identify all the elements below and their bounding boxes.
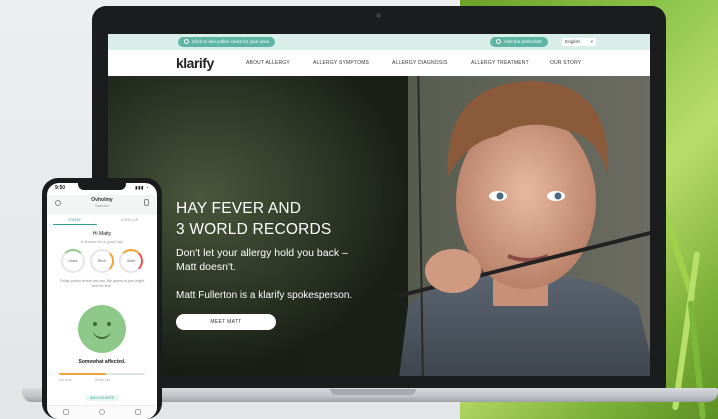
phone-status-icons: ▮▮▮ ◔ [135, 185, 149, 190]
slider-high-label: Really bad [95, 378, 111, 382]
language-select[interactable]: English ▾ [562, 38, 596, 46]
phone-notch [78, 183, 126, 190]
prescriber-link[interactable]: Visit the prescriber [490, 37, 548, 47]
hero-title-line2: 3 WORLD RECORDS [176, 221, 332, 238]
logo[interactable]: klarify [176, 55, 214, 71]
pollen-ring-grass[interactable]: Grass [61, 249, 85, 273]
pollen-count-link[interactable]: Click to see pollen count for your area [178, 37, 276, 47]
pollen-ring-birch[interactable]: Birch [90, 249, 114, 273]
hero-banner: HAY FEVER AND 3 WORLD RECORDS Don't let … [108, 76, 650, 376]
symptom-slider-fill [59, 373, 107, 375]
tab-indicator [53, 224, 97, 225]
archer-photo [398, 76, 650, 376]
meet-matt-button[interactable]: MEET MATT [176, 314, 276, 330]
greeting: Hi Matty [92, 231, 112, 237]
prescriber-label: Visit the prescriber [504, 39, 542, 44]
laptop-notch [330, 389, 416, 395]
tab-look-up[interactable]: LOOK UP [102, 217, 157, 222]
hero-spokesperson: Matt Fullerton is a klarify spokesperson… [176, 290, 353, 301]
language-value: English [565, 39, 581, 44]
phone-screen: 9:50 ▮▮▮ ◔ Ovholmy Sweden TODAY LOOK UP … [47, 183, 157, 419]
chevron-down-icon: ▾ [590, 39, 593, 44]
camera-icon [376, 13, 381, 18]
symptom-slider[interactable] [59, 373, 145, 375]
face-eye-left [93, 322, 97, 326]
hero-title-line1: HAY FEVER AND [176, 200, 302, 217]
phone-location-sub: Sweden [95, 204, 109, 208]
nav-today-icon[interactable] [99, 409, 105, 415]
top-strip: Click to see pollen count for your area … [108, 34, 650, 50]
nav-allergy-treatment[interactable]: ALLERGY TREATMENT [471, 60, 529, 66]
pollen-ring-alder[interactable]: Alder [119, 249, 143, 273]
affected-label: Somewhat affected. [78, 359, 126, 365]
nav-allergy-diagnosis[interactable]: ALLERGY DIAGNOSIS [392, 60, 448, 66]
nav-our-story[interactable]: OUR STORY [550, 60, 581, 66]
face-mouth [93, 330, 111, 339]
main-nav: klarify ABOUT ALLERGY ALLERGY SYMPTOMS A… [108, 50, 650, 76]
pollen-note: Today pollen levels are low. My guess is… [59, 279, 145, 288]
nav-allergy-symptoms[interactable]: ALLERGY SYMPTOMS [313, 60, 369, 66]
nav-home-icon[interactable] [63, 409, 69, 415]
greeting-sub: It should be a good day [81, 239, 123, 244]
nav-profile-icon[interactable] [135, 409, 141, 415]
smiley-face-icon [78, 305, 126, 353]
location-icon [184, 39, 189, 45]
hero-title: HAY FEVER AND 3 WORLD RECORDS [176, 198, 331, 240]
nav-about-allergy[interactable]: ABOUT ALLERGY [246, 60, 290, 66]
user-icon [496, 39, 501, 45]
slider-low-label: Not at all [59, 378, 72, 382]
face-eye-right [107, 322, 111, 326]
add-log-button[interactable]: ADD LOG NOTE [85, 395, 119, 401]
hero-subtitle: Don't let your allergy hold you back – M… [176, 247, 348, 273]
phone-location: Ovholmy [91, 197, 113, 203]
laptop-screen: Click to see pollen count for your area … [108, 34, 650, 376]
tab-today[interactable]: TODAY [47, 217, 102, 222]
phone-time: 9:50 [55, 185, 66, 191]
pollen-count-label: Click to see pollen count for your area [192, 39, 270, 44]
